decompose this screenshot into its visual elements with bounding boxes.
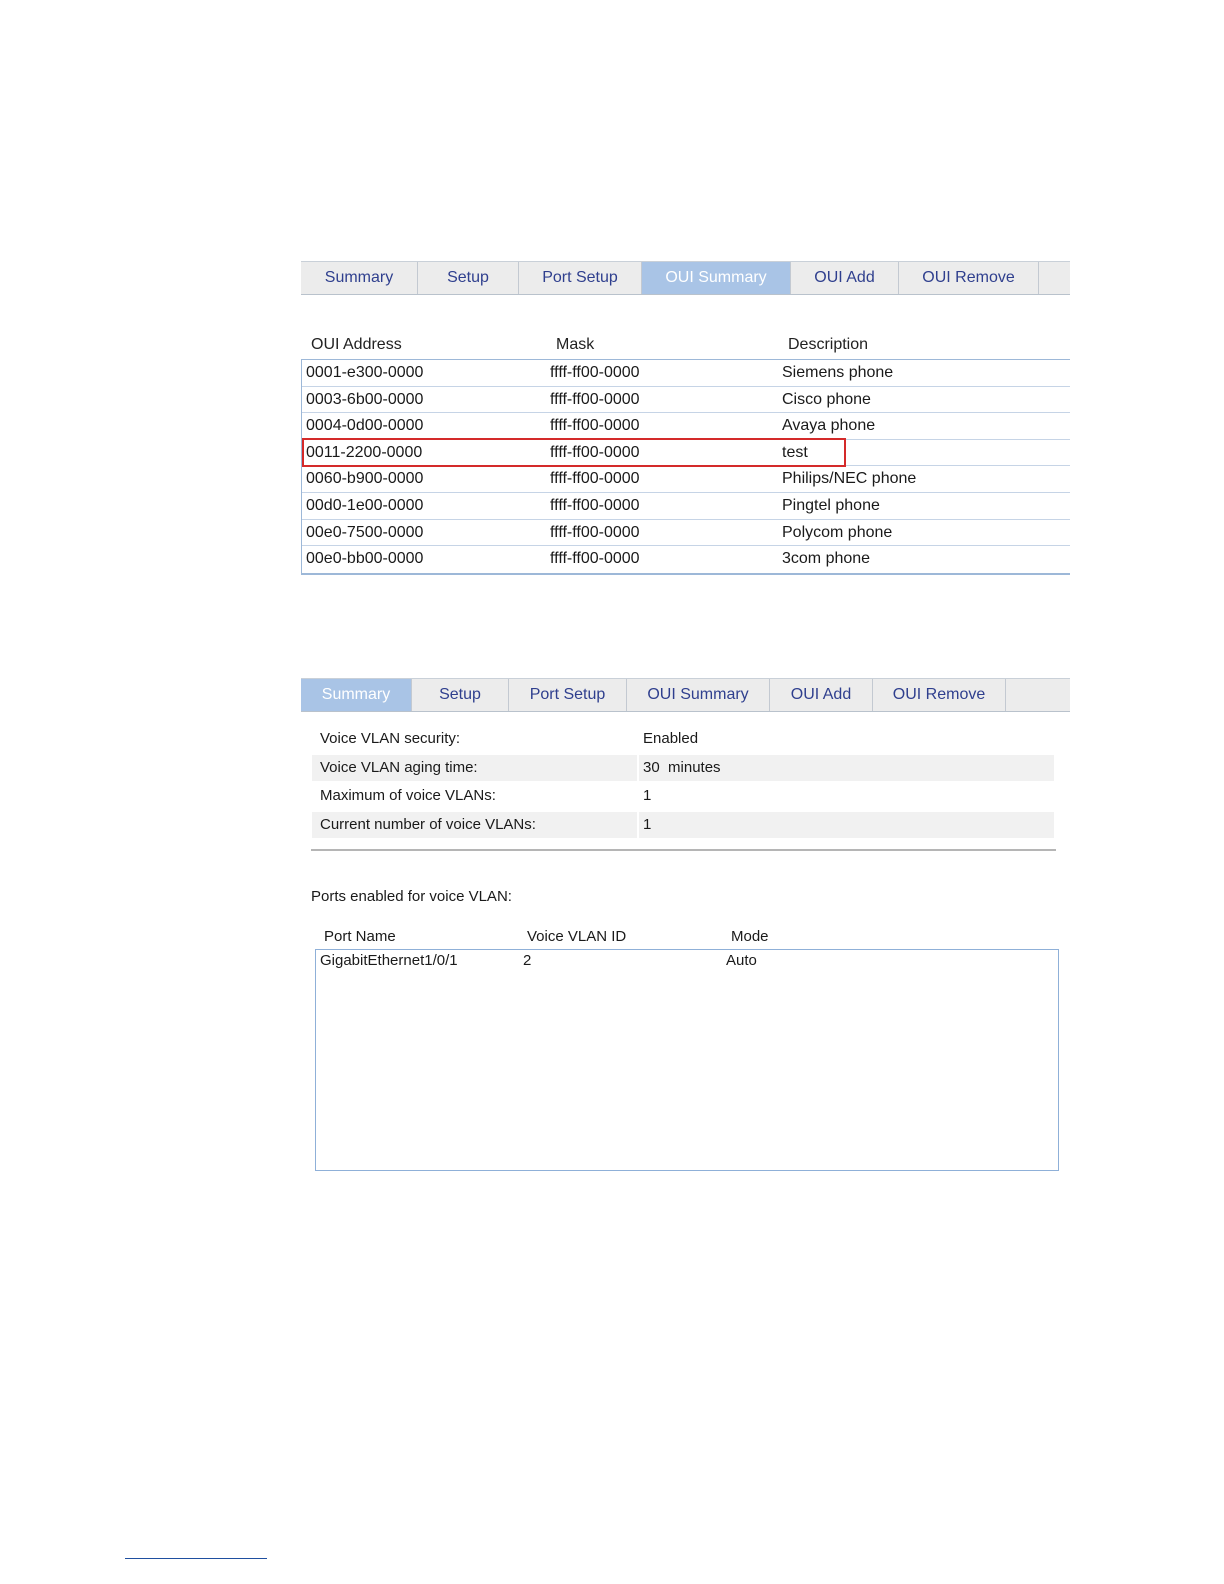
oui-address-cell: 0060-b900-0000: [306, 470, 424, 488]
tab-setup[interactable]: Setup: [412, 679, 509, 711]
description-cell: Avaya phone: [782, 417, 876, 435]
tab-oui-summary[interactable]: OUI Summary: [642, 262, 791, 294]
column-header-oui-address: OUI Address: [311, 336, 402, 353]
mask-cell: ffff-ff00-0000: [550, 390, 640, 408]
table-row-highlighted[interactable]: 0011-2200-0000 ffff-ff00-0000 test: [302, 440, 1070, 467]
table-row[interactable]: 0060-b900-0000 ffff-ff00-0000 Philips/NE…: [302, 466, 1070, 493]
tab-bar-filler: [1039, 262, 1070, 294]
description-cell: Pingtel phone: [782, 496, 880, 514]
setting-label: Maximum of voice VLANs:: [320, 787, 496, 805]
mode-cell: Auto: [726, 952, 757, 969]
setting-label: Voice VLAN aging time:: [312, 754, 637, 781]
setting-row: Maximum of voice VLANs: 1: [312, 783, 1054, 812]
setting-value: 1: [639, 811, 1054, 838]
setting-row: Voice VLAN aging time: 30 minutes: [312, 754, 1054, 784]
description-cell: 3com phone: [782, 550, 871, 568]
setting-row: Voice VLAN security: Enabled: [312, 726, 1054, 755]
tab-setup[interactable]: Setup: [418, 262, 519, 294]
tab-oui-add[interactable]: OUI Add: [791, 262, 899, 294]
tab-oui-remove[interactable]: OUI Remove: [899, 262, 1039, 294]
setting-value: 30 minutes: [639, 754, 1054, 781]
tab-port-setup[interactable]: Port Setup: [519, 262, 642, 294]
description-cell: Cisco phone: [782, 390, 871, 408]
column-header-mode: Mode: [731, 928, 769, 945]
oui-table: 0001-e300-0000 ffff-ff00-0000 Siemens ph…: [301, 359, 1070, 575]
tab-summary[interactable]: Summary: [301, 679, 412, 711]
setting-row: Current number of voice VLANs: 1: [312, 811, 1054, 841]
tab-port-setup[interactable]: Port Setup: [509, 679, 627, 711]
ports-section-title: Ports enabled for voice VLAN:: [311, 888, 512, 905]
mask-cell: ffff-ff00-0000: [550, 364, 640, 381]
column-header-mask: Mask: [556, 336, 595, 353]
mask-cell: ffff-ff00-0000: [550, 496, 640, 514]
table-row[interactable]: 0004-0d00-0000 ffff-ff00-0000 Avaya phon…: [302, 413, 1070, 440]
table-row[interactable]: 0001-e300-0000 ffff-ff00-0000 Siemens ph…: [302, 360, 1070, 387]
footnote-divider: [125, 1558, 267, 1559]
divider: [311, 849, 1056, 851]
port-name-cell[interactable]: GigabitEthernet1/0/1: [320, 951, 458, 971]
column-header-description: Description: [788, 336, 869, 353]
mask-cell: ffff-ff00-0000: [550, 523, 640, 541]
setting-label: Current number of voice VLANs:: [312, 811, 637, 838]
oui-address-cell: 00e0-7500-0000: [306, 523, 424, 541]
summary-tab-bar: Summary Setup Port Setup OUI Summary OUI…: [301, 678, 1070, 712]
setting-value: Enabled: [643, 730, 699, 747]
description-cell: Philips/NEC phone: [782, 470, 917, 488]
description-cell: Polycom phone: [782, 523, 893, 541]
setting-label: Voice VLAN security:: [320, 730, 461, 747]
oui-address-cell: 00e0-bb00-0000: [306, 550, 424, 568]
oui-tab-bar: Summary Setup Port Setup OUI Summary OUI…: [301, 261, 1070, 295]
tab-summary[interactable]: Summary: [301, 262, 418, 294]
column-header-voice-vlan-id: Voice VLAN ID: [527, 928, 627, 945]
table-row[interactable]: 00d0-1e00-0000 ffff-ff00-0000 Pingtel ph…: [302, 493, 1070, 520]
table-row[interactable]: 00e0-bb00-0000 ffff-ff00-0000 3com phone: [302, 546, 1070, 573]
mask-cell: ffff-ff00-0000: [550, 470, 640, 488]
oui-address-cell: 0011-2200-0000: [306, 443, 423, 461]
voice-vlan-id-cell: 2: [523, 952, 532, 969]
tab-oui-summary[interactable]: OUI Summary: [627, 679, 770, 711]
column-header-port-name: Port Name: [324, 928, 396, 945]
oui-address-cell: 0001-e300-0000: [306, 364, 424, 381]
ports-list[interactable]: [315, 949, 1059, 1171]
description-cell: Siemens phone: [782, 364, 894, 381]
tab-bar-filler: [1006, 679, 1070, 711]
mask-cell: ffff-ff00-0000: [550, 443, 640, 461]
oui-address-cell: 00d0-1e00-0000: [306, 496, 424, 514]
tab-oui-remove[interactable]: OUI Remove: [873, 679, 1006, 711]
table-row[interactable]: 00e0-7500-0000 ffff-ff00-0000 Polycom ph…: [302, 520, 1070, 547]
oui-address-cell: 0003-6b00-0000: [306, 390, 424, 408]
tab-oui-add[interactable]: OUI Add: [770, 679, 873, 711]
mask-cell: ffff-ff00-0000: [550, 550, 640, 568]
mask-cell: ffff-ff00-0000: [550, 417, 640, 435]
description-cell: test: [782, 443, 808, 461]
setting-value: 1: [643, 787, 652, 805]
voice-vlan-settings: Voice VLAN security: Enabled Voice VLAN …: [312, 726, 1054, 840]
table-row[interactable]: 0003-6b00-0000 ffff-ff00-0000 Cisco phon…: [302, 387, 1070, 414]
oui-address-cell: 0004-0d00-0000: [306, 417, 424, 435]
